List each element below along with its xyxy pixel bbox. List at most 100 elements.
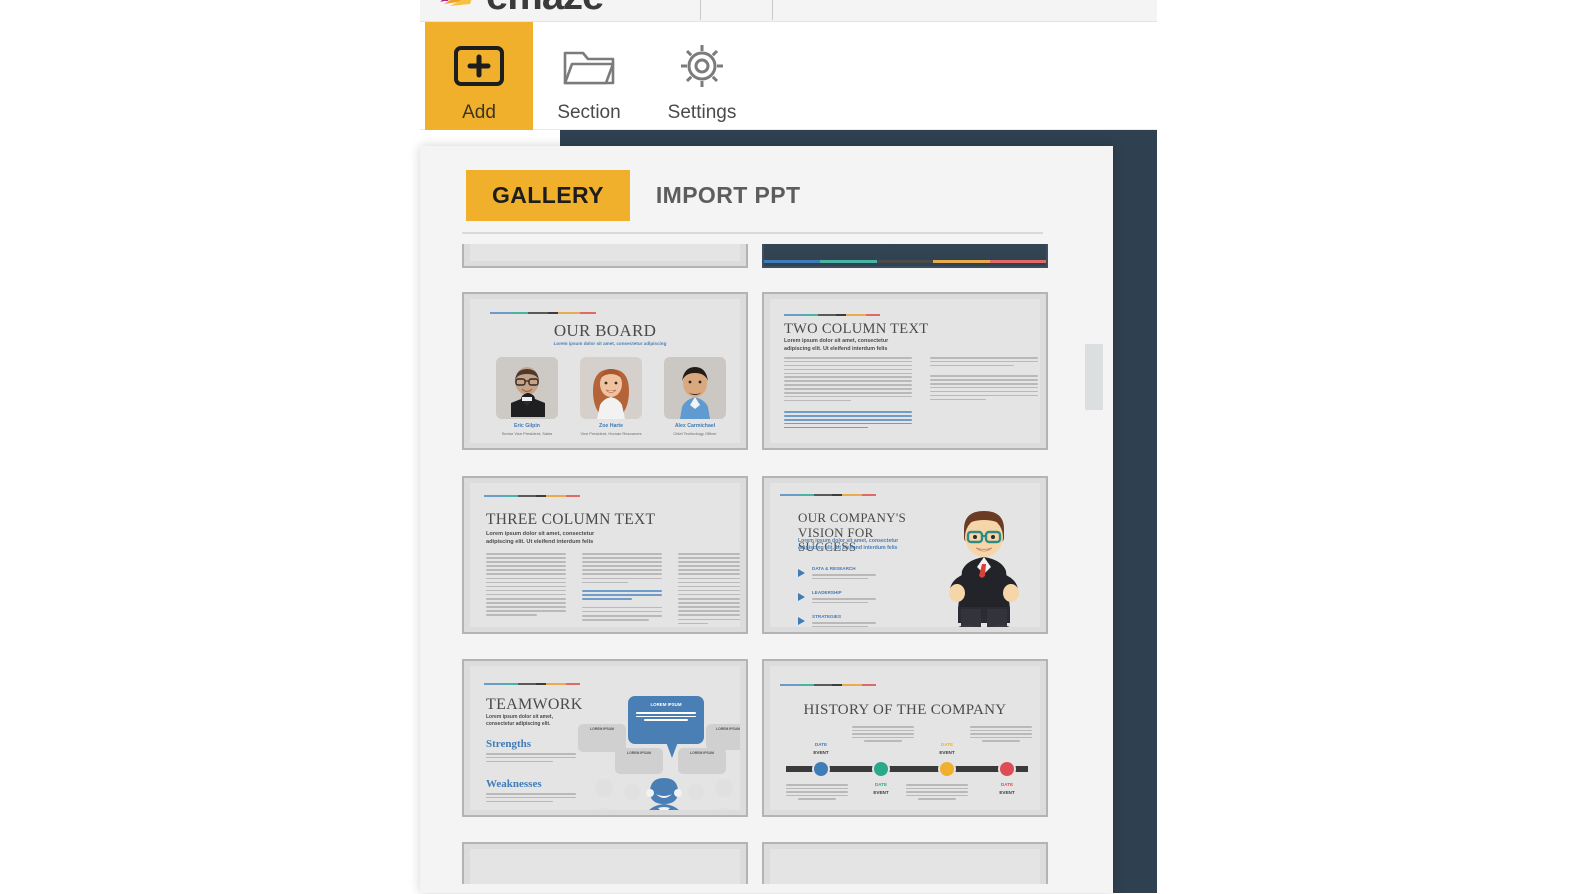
callout-label: LOREM IPSUM <box>690 751 714 755</box>
slide-template-card[interactable] <box>462 842 748 884</box>
slide-template-card[interactable] <box>762 244 1048 268</box>
person-photo <box>496 357 558 419</box>
callout-label: LOREM IPSUM <box>716 727 740 731</box>
tab-gallery[interactable]: GALLERY <box>466 170 630 221</box>
person-role: Chief Technology Officer <box>673 431 717 436</box>
person-photo <box>664 357 726 419</box>
timeline-event: EVENT <box>999 790 1015 795</box>
body-column-3 <box>678 553 740 625</box>
tabs-divider <box>462 232 1043 234</box>
timeline-event: EVENT <box>939 750 955 755</box>
team-silhouettes <box>588 774 740 810</box>
app-header: emaze <box>420 0 1157 22</box>
person-name: Alex Carmichael <box>674 423 716 429</box>
grid-icon[interactable] <box>716 0 729 2</box>
toolbar-add-button[interactable]: Add <box>425 22 533 130</box>
slide-title: THREE COLUMN TEXT <box>486 511 656 528</box>
accent-stripe <box>490 312 596 314</box>
person-name: Zoe Harte <box>599 423 623 429</box>
section-heading-weaknesses: Weaknesses <box>486 778 542 790</box>
toolbar-settings-button[interactable]: Settings <box>648 22 756 130</box>
plus-square-icon <box>450 38 508 94</box>
editor-toolbar: Add Section Settings <box>420 22 1157 130</box>
slide-template-card-two-column-text[interactable]: TWO COLUMN TEXT Lorem ipsum dolor sit am… <box>762 292 1048 450</box>
stage-right-gutter <box>1157 0 1587 893</box>
toolbar-add-label: Add <box>462 102 496 123</box>
slide-template-card-our-board[interactable]: OUR BOARD Lorem ipsum dolor sit amet, co… <box>462 292 748 450</box>
bullet-body <box>812 598 876 603</box>
gallery-scrollbar-thumb[interactable] <box>1085 344 1103 410</box>
bullet-arrow-icon <box>798 617 805 625</box>
toolbar-settings-label: Settings <box>667 102 737 123</box>
gallery-scrollbar[interactable] <box>1085 246 1103 876</box>
body-column-2 <box>582 553 662 621</box>
slide-subtitle: Lorem ipsum dolor sit amet, consectetur … <box>486 714 553 727</box>
slide-title: TEAMWORK <box>486 696 583 713</box>
timeline-node-close-icon <box>872 760 890 778</box>
callout-label: LOREM IPSUM <box>627 751 651 755</box>
bullet-body <box>812 622 876 627</box>
accent-stripe <box>784 314 880 316</box>
slide-template-grid: OUR BOARD Lorem ipsum dolor sit amet, co… <box>460 244 1073 884</box>
timeline-paragraph <box>906 784 968 800</box>
person-name: Eric Gilpin <box>514 423 540 429</box>
toolbar-section-button[interactable]: Section <box>535 22 643 130</box>
slide-template-card-teamwork[interactable]: TEAMWORK Lorem ipsum dolor sit amet, con… <box>462 659 748 817</box>
social-dots <box>652 441 738 443</box>
section-heading-strengths: Strengths <box>486 738 532 750</box>
section-body-weaknesses <box>486 793 576 803</box>
slide-template-card-vision-for-success[interactable]: OUR COMPANY'S VISION FOR SUCCESS Lorem i… <box>762 476 1048 634</box>
editor-stage: Lorem ipsu emaze <box>0 0 1587 893</box>
app-logo[interactable]: emaze <box>438 0 604 19</box>
slide-template-card-history[interactable]: HISTORY OF THE COMPANY DATE EVENT DATE E… <box>762 659 1048 817</box>
social-dots <box>484 441 570 443</box>
slide-title: TWO COLUMN TEXT <box>784 321 929 337</box>
slide-title: HISTORY OF THE COMPANY <box>803 702 1007 718</box>
bullet-arrow-icon <box>798 593 805 601</box>
person-role: Vice President, Human Resources <box>580 431 642 436</box>
accent-stripe <box>484 495 580 497</box>
bullet-label: DATA & RESEARCH <box>812 566 856 571</box>
header-divider <box>700 0 701 20</box>
person-role: Senior Vice President, Sales <box>501 431 553 436</box>
accent-stripe <box>780 684 876 686</box>
toolbar-section-label: Section <box>557 102 621 123</box>
timeline-node-rocket-icon <box>998 760 1016 778</box>
timeline-node-refresh-icon <box>812 760 830 778</box>
accent-stripe <box>780 494 876 496</box>
slide-template-card-three-column-text[interactable]: THREE COLUMN TEXT Lorem ipsum dolor sit … <box>462 476 748 634</box>
timeline-event: EVENT <box>873 790 889 795</box>
accent-stripe <box>484 683 580 685</box>
timeline-paragraph <box>970 726 1032 742</box>
timeline-date: DATE <box>1000 782 1014 787</box>
callout-label: LOREM IPSUM <box>590 727 614 731</box>
grid-icon[interactable] <box>740 0 753 2</box>
body-column-right <box>930 357 1038 401</box>
timeline-event: EVENT <box>813 750 829 755</box>
slide-subtitle: Lorem ipsum dolor sit amet, consectetur … <box>798 538 899 552</box>
bullet-label: STRATEGIES <box>812 614 842 619</box>
slide-subtitle: Lorem ipsum dolor sit amet, consectetur … <box>553 341 667 346</box>
bullet-label: LEADERSHIP <box>812 590 842 595</box>
header-divider <box>772 0 773 20</box>
gear-icon <box>673 38 731 94</box>
slide-template-card[interactable] <box>762 842 1048 884</box>
businessman-illustration <box>928 505 1040 627</box>
timeline-date: DATE <box>874 782 888 787</box>
callout-label: LOREM IPSUM <box>650 702 682 707</box>
slide-title: OUR BOARD <box>553 321 657 340</box>
section-body-strengths <box>486 753 576 763</box>
slide-template-card[interactable] <box>462 244 748 268</box>
timeline-node-star-icon <box>938 760 956 778</box>
tab-import-ppt[interactable]: IMPORT PPT <box>630 170 827 221</box>
stage-left-gutter <box>0 0 420 893</box>
bullet-body <box>812 574 876 579</box>
slide-subtitle: Lorem ipsum dolor sit amet, consectetur … <box>486 531 595 546</box>
modal-tabs: GALLERY IMPORT PPT <box>466 170 826 221</box>
bullet-arrow-icon <box>798 569 805 577</box>
body-column-1 <box>486 553 566 616</box>
timeline-date: DATE <box>940 742 954 747</box>
person-photo <box>580 357 642 419</box>
slide-subtitle: Lorem ipsum dolor sit amet, consectetur … <box>784 338 889 352</box>
add-slide-modal: GALLERY IMPORT PPT OUR BOARD Lorem ipsum… <box>420 146 1113 893</box>
